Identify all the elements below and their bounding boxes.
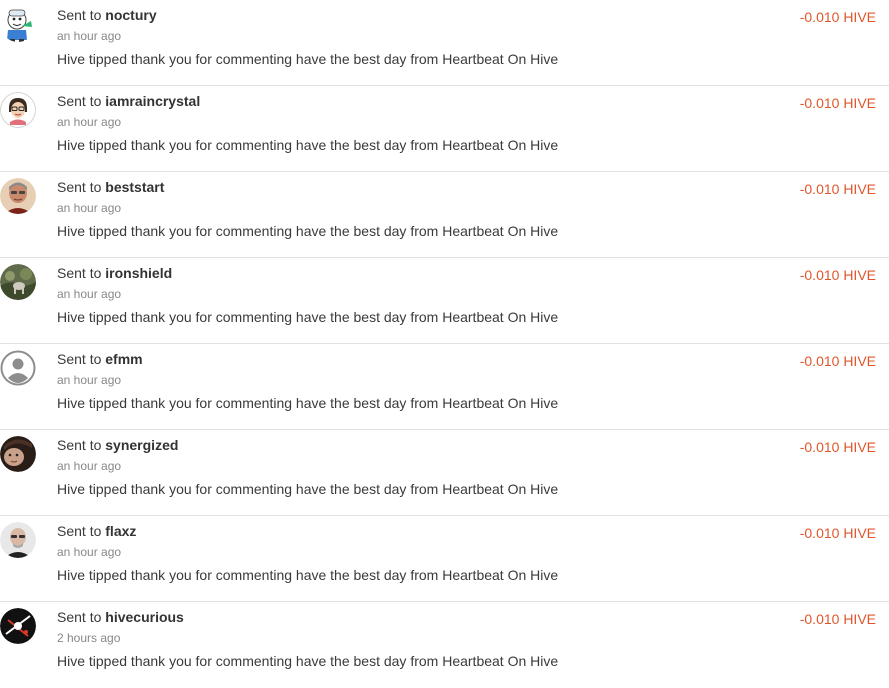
default-user-avatar-icon[interactable] bbox=[0, 350, 36, 386]
transfer-description: Sent to ironshield bbox=[57, 264, 172, 282]
dark-graphic-avatar-icon[interactable] bbox=[0, 608, 36, 644]
recipient-username-link[interactable]: beststart bbox=[105, 179, 164, 195]
transfer-description: Sent to iamraincrystal bbox=[57, 92, 200, 110]
transfer-prefix: Sent to bbox=[57, 179, 102, 195]
recipient-username-link[interactable]: iamraincrystal bbox=[105, 93, 200, 109]
recipient-username-link[interactable]: hivecurious bbox=[105, 609, 184, 625]
transfer-description: Sent to hivecurious bbox=[57, 608, 184, 626]
bald-man-avatar-icon[interactable] bbox=[0, 522, 36, 558]
transfer-timestamp: 2 hours ago bbox=[57, 631, 121, 645]
transfer-prefix: Sent to bbox=[57, 437, 102, 453]
transfer-timestamp: an hour ago bbox=[57, 373, 122, 387]
transfer-timestamp: an hour ago bbox=[57, 459, 122, 473]
transfer-prefix: Sent to bbox=[57, 609, 102, 625]
transfer-description: Sent to beststart bbox=[57, 178, 164, 196]
transfer-row: Sent to hivecurious 2 hours ago Hive tip… bbox=[0, 602, 889, 688]
transfer-row: Sent to iamraincrystal an hour ago Hive … bbox=[0, 86, 889, 172]
recipient-username-link[interactable]: synergized bbox=[105, 437, 178, 453]
transfer-memo: Hive tipped thank you for commenting hav… bbox=[57, 567, 559, 583]
transfer-amount: -0.010 HIVE bbox=[799, 353, 876, 369]
transfer-memo: Hive tipped thank you for commenting hav… bbox=[57, 51, 559, 67]
recipient-username-link[interactable]: ironshield bbox=[105, 265, 172, 281]
transfer-row: Sent to efmm an hour ago Hive tipped tha… bbox=[0, 344, 889, 430]
transfer-prefix: Sent to bbox=[57, 93, 102, 109]
transfer-row: Sent to synergized an hour ago Hive tipp… bbox=[0, 430, 889, 516]
recipient-username-link[interactable]: noctury bbox=[105, 7, 156, 23]
transfer-amount: -0.010 HIVE bbox=[799, 95, 876, 111]
recipient-username-link[interactable]: flaxz bbox=[105, 523, 136, 539]
transfer-memo: Hive tipped thank you for commenting hav… bbox=[57, 223, 559, 239]
transfer-row: Sent to beststart an hour ago Hive tippe… bbox=[0, 172, 889, 258]
transfer-timestamp: an hour ago bbox=[57, 287, 122, 301]
transfer-timestamp: an hour ago bbox=[57, 115, 122, 129]
transfer-timestamp: an hour ago bbox=[57, 545, 122, 559]
transfer-prefix: Sent to bbox=[57, 351, 102, 367]
transfer-description: Sent to efmm bbox=[57, 350, 143, 368]
transfer-memo: Hive tipped thank you for commenting hav… bbox=[57, 137, 559, 153]
transfer-prefix: Sent to bbox=[57, 265, 102, 281]
recipient-username-link[interactable]: efmm bbox=[105, 351, 142, 367]
transfer-timestamp: an hour ago bbox=[57, 201, 122, 215]
transfer-description: Sent to flaxz bbox=[57, 522, 136, 540]
transfer-timestamp: an hour ago bbox=[57, 29, 122, 43]
transfer-amount: -0.010 HIVE bbox=[799, 439, 876, 455]
transfer-row: Sent to ironshield an hour ago Hive tipp… bbox=[0, 258, 889, 344]
transfer-amount: -0.010 HIVE bbox=[799, 611, 876, 627]
transfer-amount: -0.010 HIVE bbox=[799, 267, 876, 283]
transfer-memo: Hive tipped thank you for commenting hav… bbox=[57, 653, 559, 669]
transfer-prefix: Sent to bbox=[57, 7, 102, 23]
transfer-amount: -0.010 HIVE bbox=[799, 181, 876, 197]
cartoon-character-avatar-icon[interactable] bbox=[0, 6, 36, 42]
transfer-row: Sent to noctury an hour ago Hive tipped … bbox=[0, 0, 889, 86]
transfer-memo: Hive tipped thank you for commenting hav… bbox=[57, 309, 559, 325]
transfer-description: Sent to noctury bbox=[57, 6, 157, 24]
transfer-amount: -0.010 HIVE bbox=[799, 9, 876, 25]
outdoor-photo-avatar-icon[interactable] bbox=[0, 264, 36, 300]
cartoon-girl-avatar-icon[interactable] bbox=[0, 92, 36, 128]
transfer-prefix: Sent to bbox=[57, 523, 102, 539]
transfer-memo: Hive tipped thank you for commenting hav… bbox=[57, 395, 559, 411]
transfer-description: Sent to synergized bbox=[57, 436, 178, 454]
portrait-photo-avatar-icon[interactable] bbox=[0, 178, 36, 214]
transfer-memo: Hive tipped thank you for commenting hav… bbox=[57, 481, 559, 497]
transfer-history-list: Sent to noctury an hour ago Hive tipped … bbox=[0, 0, 889, 688]
transfer-amount: -0.010 HIVE bbox=[799, 525, 876, 541]
transfer-row: Sent to flaxz an hour ago Hive tipped th… bbox=[0, 516, 889, 602]
face-photo-avatar-icon[interactable] bbox=[0, 436, 36, 472]
